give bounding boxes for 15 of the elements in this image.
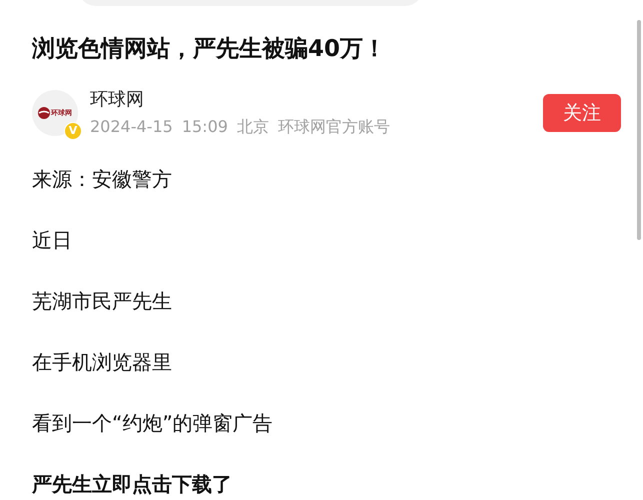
post-time: 15:09 xyxy=(182,116,228,138)
post-location: 北京 xyxy=(236,116,269,138)
article-paragraph: 来源：安徽警方 xyxy=(32,166,173,193)
article-paragraph: 严先生立即点击下载了 xyxy=(32,471,233,498)
post-date: 2024-4-15 xyxy=(90,116,173,138)
article-paragraph: 在手机浏览器里 xyxy=(32,349,173,376)
logo-icon xyxy=(38,107,50,119)
verified-badge: V xyxy=(64,122,82,140)
article-paragraph: 看到一个“约炮”的弹窗广告 xyxy=(32,410,274,437)
article-title: 浏览色情网站，严先生被骗40万！ xyxy=(32,35,388,64)
article-paragraph: 芜湖市民严先生 xyxy=(32,288,173,315)
author-name[interactable]: 环球网 xyxy=(90,88,390,112)
account-type: 环球网官方账号 xyxy=(278,116,390,138)
follow-button[interactable]: 关注 xyxy=(543,94,621,132)
article-paragraph: 近日 xyxy=(32,227,73,254)
